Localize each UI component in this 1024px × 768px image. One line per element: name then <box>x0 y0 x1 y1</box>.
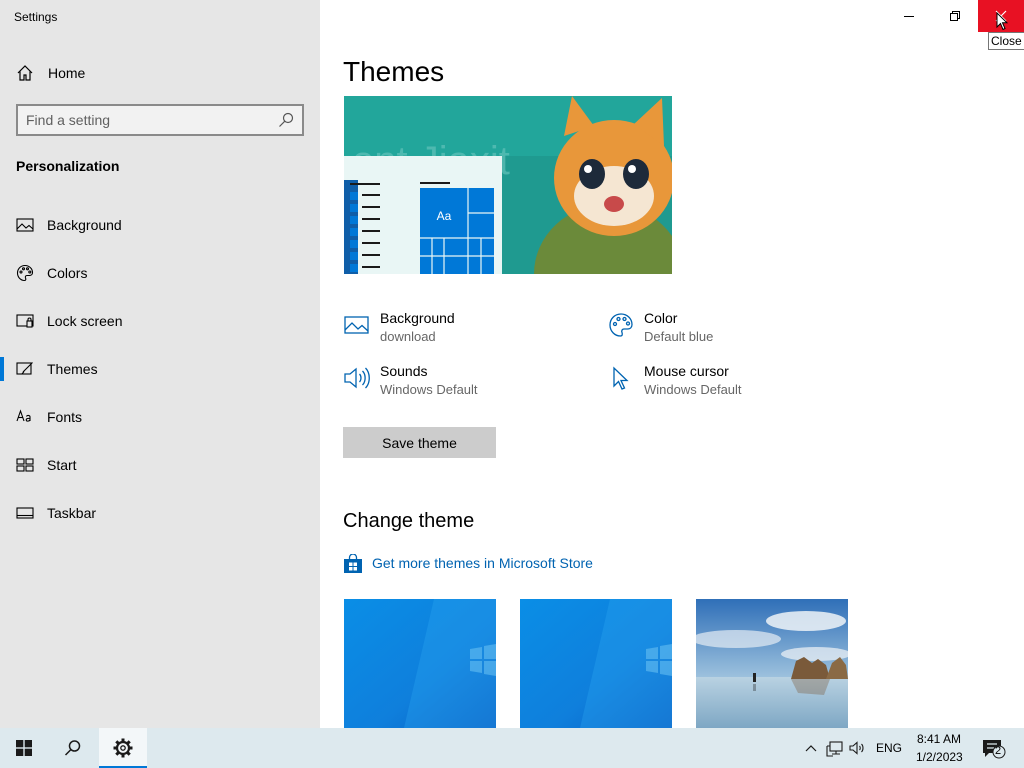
store-icon <box>344 554 362 573</box>
home-icon <box>17 65 33 81</box>
volume-icon[interactable] <box>849 739 867 757</box>
minimize-button[interactable] <box>886 0 932 32</box>
language-indicator[interactable]: ENG <box>876 741 902 755</box>
save-theme-button[interactable]: Save theme <box>343 427 496 458</box>
start-icon <box>16 458 34 472</box>
store-link-label: Get more themes in Microsoft Store <box>372 555 593 571</box>
windows-logo-wallpaper <box>344 599 496 728</box>
taskbar-settings-app[interactable] <box>99 728 147 768</box>
sidebar-item-themes[interactable]: Themes <box>0 349 320 389</box>
property-title: Color <box>644 310 678 326</box>
property-value: Windows Default <box>644 382 742 397</box>
sidebar-home-label: Home <box>48 65 86 81</box>
theme-mouse-cursor-setting[interactable]: Mouse cursor Windows Default <box>608 363 858 403</box>
taskbar-icon <box>16 507 34 519</box>
app-title: Settings <box>14 10 58 24</box>
restore-button[interactable] <box>932 0 978 32</box>
mouse-pointer-icon <box>996 12 1008 31</box>
lock-screen-icon <box>16 314 34 328</box>
network-icon[interactable] <box>826 739 844 757</box>
settings-window: Settings Home Personalization Background <box>0 0 1024 768</box>
notification-count: 2 <box>995 745 1002 757</box>
picture-icon <box>344 316 369 334</box>
property-value: Windows Default <box>380 382 478 397</box>
themes-icon <box>16 362 33 375</box>
tooltip: Close <box>988 32 1024 50</box>
sidebar-item-label: Start <box>47 457 77 473</box>
start-button[interactable] <box>0 728 48 768</box>
sidebar-item-label: Themes <box>47 361 98 377</box>
theme-sounds-setting[interactable]: Sounds Windows Default <box>344 363 594 403</box>
sidebar-item-label: Taskbar <box>47 505 97 521</box>
gear-icon <box>113 738 133 758</box>
sidebar-item-label: Fonts <box>47 409 83 425</box>
sidebar-item-label: Background <box>47 217 122 233</box>
clock-time[interactable]: 8:41 AM <box>917 732 961 746</box>
clock-date[interactable]: 1/2/2023 <box>916 750 963 764</box>
theme-thumbnail-beach[interactable] <box>696 599 848 728</box>
property-value: download <box>380 329 436 344</box>
notification-icon <box>983 740 1006 759</box>
picture-icon <box>16 218 34 232</box>
palette-icon <box>16 264 34 282</box>
search-input[interactable] <box>26 111 276 129</box>
sidebar-item-taskbar[interactable]: Taskbar <box>0 493 320 533</box>
sidebar-item-label: Colors <box>47 265 88 281</box>
sidebar-item-fonts[interactable]: Fonts <box>0 397 320 437</box>
sidebar: Settings Home Personalization Background <box>0 0 320 728</box>
search-box[interactable] <box>16 104 304 136</box>
restore-icon <box>950 11 960 21</box>
minimize-icon <box>904 16 914 17</box>
cursor-icon <box>613 366 629 390</box>
sidebar-item-background[interactable]: Background <box>0 205 320 245</box>
theme-thumbnail-windows-light[interactable] <box>520 599 672 728</box>
action-center-button[interactable]: 2 <box>981 738 1007 760</box>
theme-preview: ont Jiaxit <box>344 96 672 274</box>
beach-wallpaper <box>696 599 848 728</box>
property-title: Background <box>380 310 455 326</box>
sidebar-item-label: Lock screen <box>47 313 123 329</box>
theme-color-setting[interactable]: Color Default blue <box>608 310 858 350</box>
theme-preview-image: ont Jiaxit <box>344 96 672 274</box>
sidebar-item-lock-screen[interactable]: Lock screen <box>0 301 320 341</box>
property-title: Sounds <box>380 363 428 379</box>
windows-logo-icon <box>16 740 32 756</box>
theme-background-setting[interactable]: Background download <box>344 310 594 350</box>
taskbar-search-button[interactable] <box>48 728 96 768</box>
search-icon <box>64 740 81 756</box>
theme-thumbnail-windows[interactable] <box>344 599 496 728</box>
property-value: Default blue <box>644 329 714 344</box>
windows-logo-wallpaper <box>520 599 672 728</box>
palette-icon <box>609 313 633 337</box>
fonts-icon <box>16 409 31 422</box>
preview-tile-label: Aa <box>437 209 452 223</box>
page-title: Themes <box>343 56 445 87</box>
selection-indicator <box>0 357 4 381</box>
section-title: Personalization <box>16 158 120 174</box>
speaker-icon <box>344 367 370 389</box>
chevron-up-icon[interactable] <box>804 739 818 757</box>
search-icon[interactable] <box>278 112 294 128</box>
sidebar-item-colors[interactable]: Colors <box>0 253 320 293</box>
sidebar-home[interactable]: Home <box>0 56 320 90</box>
property-title: Mouse cursor <box>644 363 729 379</box>
taskbar: ENG 8:41 AM 1/2/2023 2 <box>0 728 1024 768</box>
sidebar-item-start[interactable]: Start <box>0 445 320 485</box>
change-theme-heading: Change theme <box>343 510 475 532</box>
